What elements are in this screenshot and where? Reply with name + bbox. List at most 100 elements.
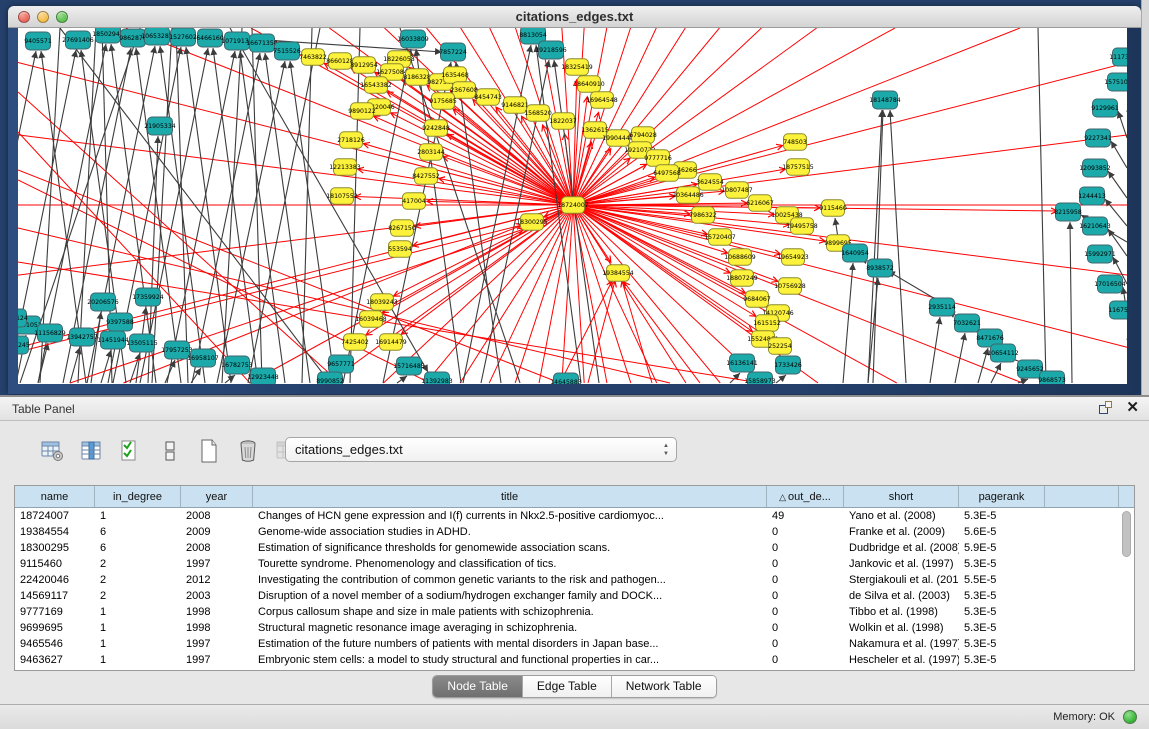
cell-year[interactable]: 1997	[181, 636, 253, 652]
network-node[interactable]: 10756928	[774, 278, 806, 295]
cell-year[interactable]: 1998	[181, 620, 253, 636]
network-node[interactable]: 9684067	[743, 291, 771, 308]
network-node[interactable]: 9129961	[1091, 99, 1119, 117]
network-node[interactable]: 7425402	[341, 334, 369, 351]
network-node[interactable]: 6466160	[196, 29, 224, 47]
cell-title[interactable]: Estimation of the future numbers of pati…	[253, 636, 767, 652]
cell-year[interactable]: 2008	[181, 508, 253, 524]
network-node[interactable]: 9405571	[24, 32, 52, 50]
network-node[interactable]: 15720407	[704, 229, 736, 246]
network-node[interactable]: 1527602	[169, 28, 197, 46]
cell-short[interactable]: Tibbo et al. (1998)	[844, 604, 959, 620]
network-node[interactable]: 11173337	[1109, 48, 1127, 66]
network-node[interactable]: 9397588	[106, 313, 134, 331]
table-source-dropdown[interactable]: citations_edges.txt ▲▼	[285, 437, 677, 462]
cell-short[interactable]: Yano et al. (2008)	[844, 508, 959, 524]
network-node[interactable]: 18325419	[561, 59, 593, 76]
close-panel-icon[interactable]: ✕	[1126, 401, 1139, 414]
network-node[interactable]: 1640954	[841, 244, 869, 262]
cell-short[interactable]: Nakamura et al. (1997)	[844, 636, 959, 652]
network-node[interactable]: 7515526	[273, 42, 301, 60]
network-node[interactable]: 2718126	[337, 132, 365, 149]
network-node[interactable]: 8454743	[474, 89, 502, 106]
network-node[interactable]: 17016504	[1094, 275, 1126, 293]
network-node[interactable]: 13942757	[66, 328, 98, 346]
cell-pagerank[interactable]: 5.3E-5	[959, 556, 1045, 572]
column-header-in_degree[interactable]: in_degree	[95, 486, 181, 507]
cell-pagerank[interactable]: 5.3E-5	[959, 604, 1045, 620]
network-node[interactable]: 19384554	[602, 265, 634, 282]
network-node[interactable]: 252254	[768, 338, 792, 355]
cell-year[interactable]: 2008	[181, 540, 253, 556]
network-node[interactable]: 553594	[388, 241, 412, 258]
cell-out_de...[interactable]: 0	[767, 540, 844, 556]
network-node[interactable]: 9657771	[327, 355, 355, 373]
network-node[interactable]: 16782753	[221, 356, 253, 374]
cell-short[interactable]: Franke et al. (2009)	[844, 524, 959, 540]
network-node[interactable]: 3624554	[696, 174, 724, 191]
merge-button[interactable]	[157, 437, 183, 465]
cell-out_de...[interactable]: 0	[767, 636, 844, 652]
network-node[interactable]: 7857224	[439, 43, 467, 61]
column-header-short[interactable]: short	[844, 486, 959, 507]
cell-out_de...[interactable]: 0	[767, 604, 844, 620]
table-settings-button[interactable]	[40, 437, 66, 465]
network-node[interactable]: 12923448	[247, 368, 279, 384]
table-row[interactable]: 911546021997Tourette syndrome. Phenomeno…	[15, 556, 1134, 572]
network-node[interactable]: 16210643	[1079, 217, 1111, 235]
cell-in_degree[interactable]: 1	[95, 620, 181, 636]
cell-in_degree[interactable]: 2	[95, 556, 181, 572]
cell-year[interactable]: 2003	[181, 588, 253, 604]
network-node[interactable]: 15716485	[393, 357, 425, 375]
network-node[interactable]: 13505115	[126, 334, 158, 352]
network-node[interactable]: 12093852	[1079, 159, 1111, 177]
column-header-name[interactable]: name	[15, 486, 95, 507]
network-node[interactable]: 1167531	[1108, 301, 1127, 319]
network-node[interactable]: 9175685	[429, 93, 457, 110]
network-node[interactable]: 20364486	[672, 187, 704, 204]
network-node[interactable]: 7986322	[689, 207, 717, 224]
cell-title[interactable]: Changes of HCN gene expression and I(f) …	[253, 508, 767, 524]
network-node[interactable]: 9242848	[422, 120, 450, 137]
cell-year[interactable]: 1997	[181, 556, 253, 572]
cell-short[interactable]: Jankovic et al. (1997)	[844, 556, 959, 572]
network-node[interactable]: 1733426	[774, 356, 802, 374]
table-scrollbar-thumb[interactable]	[1122, 511, 1131, 557]
cell-short[interactable]: Dudbridge et al. (2008)	[844, 540, 959, 556]
select-columns-button[interactable]	[79, 437, 105, 465]
network-node[interactable]: 8912954	[350, 57, 378, 74]
cell-pagerank[interactable]: 5.3E-5	[959, 636, 1045, 652]
network-node[interactable]: 1615152	[753, 315, 781, 332]
cell-out_de...[interactable]: 0	[767, 524, 844, 540]
network-node[interactable]: 8427552	[412, 168, 440, 185]
cell-title[interactable]: Structural magnetic resonance image aver…	[253, 620, 767, 636]
cell-pagerank[interactable]: 5.5E-5	[959, 572, 1045, 588]
column-header-out_de...[interactable]: △out_de...	[767, 486, 844, 507]
cell-out_de...[interactable]: 0	[767, 588, 844, 604]
cell-name[interactable]: 9463627	[15, 652, 95, 668]
network-node[interactable]: 18724007	[557, 197, 589, 214]
network-node[interactable]: 15751074	[1104, 73, 1127, 91]
network-canvas[interactable]: 9405571276914061850294798628761065328715…	[18, 28, 1127, 384]
cell-year[interactable]: 2009	[181, 524, 253, 540]
cell-name[interactable]: 22420046	[15, 572, 95, 588]
cell-in_degree[interactable]: 1	[95, 604, 181, 620]
table-row[interactable]: 1830029562008Estimation of significance …	[15, 540, 1134, 556]
cell-name[interactable]: 9115460	[15, 556, 95, 572]
network-node[interactable]: 15992971	[1084, 245, 1116, 263]
cell-out_de...[interactable]: 0	[767, 556, 844, 572]
cell-title[interactable]: Disruption of a novel member of a sodium…	[253, 588, 767, 604]
network-node[interactable]: 10688609	[724, 249, 756, 266]
network-node[interactable]: 9115460	[819, 200, 847, 217]
network-node[interactable]: 10807487	[721, 182, 753, 199]
cell-title[interactable]: Estimation of significance thresholds fo…	[253, 540, 767, 556]
table-row[interactable]: 1456911722003Disruption of a novel membe…	[15, 588, 1134, 604]
network-node[interactable]: 16033809	[397, 30, 429, 48]
cell-year[interactable]: 1998	[181, 604, 253, 620]
tab-node-table[interactable]: Node Table	[433, 676, 523, 697]
float-panel-icon[interactable]	[1099, 401, 1112, 414]
network-node[interactable]: 8215958	[1054, 203, 1082, 221]
network-node[interactable]: 16914479	[375, 334, 407, 351]
cell-out_de...[interactable]: 0	[767, 572, 844, 588]
network-node[interactable]: 7463822	[299, 49, 327, 66]
